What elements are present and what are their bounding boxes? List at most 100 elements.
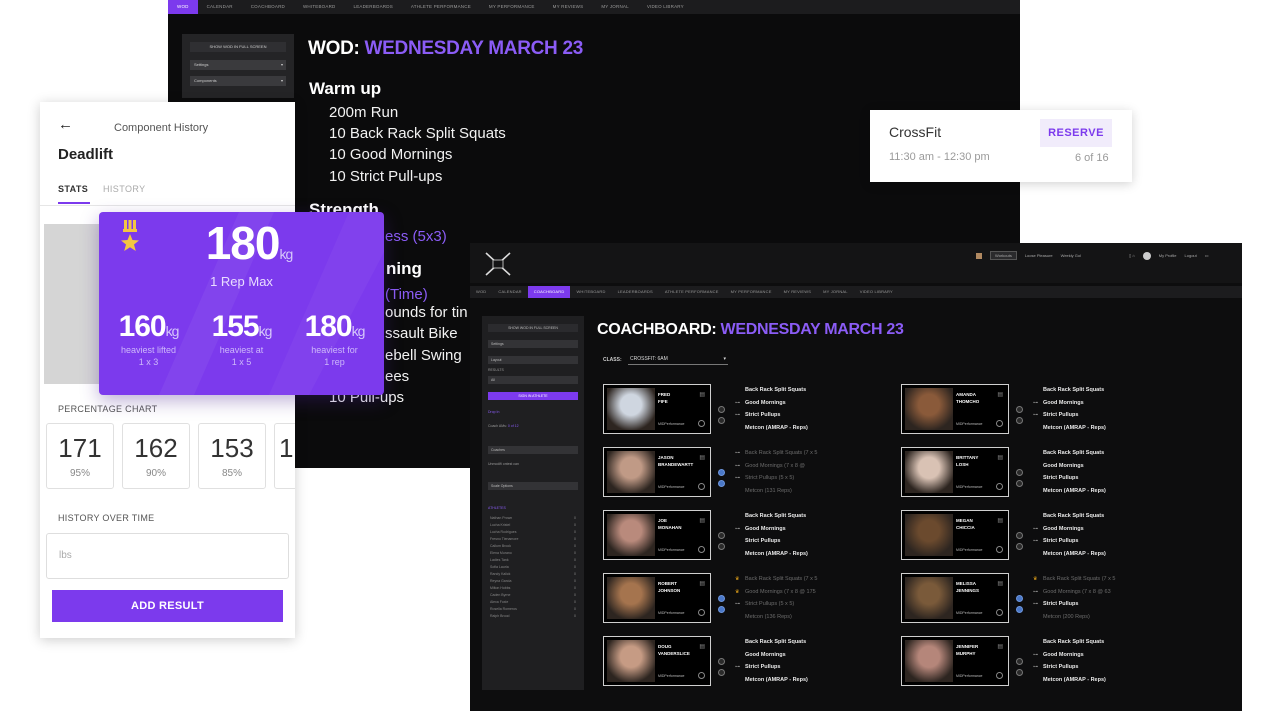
workout-line[interactable]: Back Rack Split Squats (1033, 636, 1153, 649)
sidebar-athlete-row[interactable]: Ralph Brood 0 (490, 614, 576, 618)
scale-options-select[interactable]: Scale Options (488, 482, 578, 490)
athlete-card[interactable]: MELISSA JENNINGS ▤ MIDPerformance (901, 573, 1009, 623)
user-link[interactable]: Weekly Gol (1061, 253, 1081, 258)
profile-icon[interactable] (1142, 251, 1151, 260)
workout-line[interactable]: Metcon (AMRAP - Reps) (735, 548, 855, 561)
status-dot[interactable] (718, 606, 725, 613)
trash-icon[interactable]: ▤ (699, 580, 705, 587)
status-dot[interactable] (1016, 543, 1023, 550)
components-select[interactable]: Components ▾ (190, 76, 286, 86)
status-dot[interactable] (718, 669, 725, 676)
status-dot[interactable] (1016, 406, 1023, 413)
athlete-card[interactable]: MEGAN CHICCIA ▤ MIDPerformance (901, 510, 1009, 560)
athlete-performance-link[interactable]: MIDPerformance (658, 548, 684, 552)
workout-line[interactable]: ♛ Back Rack Split Squats (7 x 5 (1033, 573, 1153, 586)
workout-line[interactable]: Back Rack Split Squats (735, 510, 855, 523)
reserve-button[interactable]: RESERVE (1040, 119, 1112, 147)
athlete-performance-link[interactable]: MIDPerformance (658, 485, 684, 489)
nav-item[interactable]: VIDEO LIBRARY (638, 0, 693, 14)
athlete-performance-link[interactable]: MIDPerformance (658, 611, 684, 615)
athlete-card[interactable]: DOUG VANDERSLICE ▤ MIDPerformance (603, 636, 711, 686)
status-dot[interactable] (718, 595, 725, 602)
athlete-card[interactable]: JENNIFER MURPHY ▤ MIDPerformance (901, 636, 1009, 686)
workout-line[interactable]: Good Mornings (735, 649, 855, 662)
status-dot[interactable] (718, 417, 725, 424)
layout-select[interactable]: Layout (488, 356, 578, 364)
workout-line[interactable]: Metcon (136 Reps) (735, 611, 855, 624)
back-arrow-icon[interactable]: ← (58, 116, 73, 133)
info-icon[interactable] (698, 546, 705, 553)
workout-line[interactable]: Back Rack Split Squats (735, 384, 855, 397)
trash-icon[interactable]: ▤ (997, 517, 1003, 524)
athlete-performance-link[interactable]: MIDPerformance (658, 674, 684, 678)
status-dot[interactable] (1016, 606, 1023, 613)
sidebar-athlete-row[interactable]: Sofia Lauria 0 (490, 565, 576, 569)
trash-icon[interactable]: ▤ (699, 454, 705, 461)
tab-history[interactable]: HISTORY (103, 184, 145, 194)
athlete-performance-link[interactable]: MIDPerformance (956, 674, 982, 678)
logout-link[interactable]: Logout (1185, 253, 1197, 258)
sidebar-athlete-row[interactable]: Rosella Romeros 0 (490, 607, 576, 611)
workout-line[interactable]: ⊶ Good Mornings (7 x 8 @ (735, 460, 855, 473)
nav-item[interactable]: LEADERBOARDS (345, 0, 402, 14)
trash-icon[interactable]: ▤ (699, 517, 705, 524)
info-icon[interactable] (698, 420, 705, 427)
workouts-select[interactable]: Workouts (990, 251, 1017, 260)
athlete-performance-link[interactable]: MIDPerformance (956, 422, 982, 426)
athlete-card[interactable]: BRITTANY LOSH ▤ MIDPerformance (901, 447, 1009, 497)
coaches-select[interactable]: Coaches (488, 446, 578, 454)
trash-icon[interactable]: ▤ (699, 391, 705, 398)
workout-line[interactable]: ⊶ Strict Pullups (1033, 661, 1153, 674)
grid-icon[interactable]: ▯ ⌂ (1129, 253, 1135, 258)
nav-item[interactable]: LEADERBOARDS (612, 286, 659, 298)
settings-select[interactable]: Settings ▾ (190, 60, 286, 70)
athlete-performance-link[interactable]: MIDPerformance (956, 485, 982, 489)
workout-line[interactable]: Back Rack Split Squats (1033, 384, 1153, 397)
nav-item[interactable]: MY REVIEWS (544, 0, 593, 14)
nav-item[interactable]: WHITEBOARD (570, 286, 611, 298)
workout-line[interactable]: ⊶ Strict Pullups (5 x 5) (735, 472, 855, 485)
sidebar-athlete-row[interactable]: Alexa Foxie 0 (490, 600, 576, 604)
workout-line[interactable]: ⊶ Strict Pullups (1033, 535, 1153, 548)
workout-line[interactable]: ⊶ Strict Pullups (735, 661, 855, 674)
workout-line[interactable]: Metcon (AMRAP - Reps) (735, 422, 855, 435)
info-icon[interactable] (996, 672, 1003, 679)
status-dot[interactable] (718, 543, 725, 550)
sidebar-athlete-row[interactable]: Lucha Kristel 0 (490, 523, 576, 527)
workout-line[interactable]: ⊶ Strict Pullups (735, 409, 855, 422)
athlete-card[interactable]: ROBERT JOHNSON ▤ MIDPerformance (603, 573, 711, 623)
workout-line[interactable]: Back Rack Split Squats (1033, 510, 1153, 523)
info-icon[interactable] (698, 672, 705, 679)
athlete-card[interactable]: AMANDA THOMCHO ▤ MIDPerformance (901, 384, 1009, 434)
workout-line[interactable]: ⊶ Good Mornings (1033, 397, 1153, 410)
status-dot[interactable] (1016, 669, 1023, 676)
status-dot[interactable] (1016, 532, 1023, 539)
athlete-performance-link[interactable]: MIDPerformance (956, 548, 982, 552)
info-icon[interactable] (996, 483, 1003, 490)
nav-item[interactable]: VIDEO LIBRARY (854, 286, 899, 298)
nav-item[interactable]: MY JORNAL (592, 0, 637, 14)
workout-line[interactable]: ⊶ Good Mornings (735, 523, 855, 536)
sidebar-athlete-row[interactable]: Lucha Rodrigues 0 (490, 530, 576, 534)
nav-item[interactable]: ATHLETE PERFORMANCE (659, 286, 725, 298)
nav-item[interactable]: WHITEBOARD (294, 0, 345, 14)
status-dot[interactable] (718, 658, 725, 665)
trash-icon[interactable]: ▤ (997, 391, 1003, 398)
workout-line[interactable]: Metcon (AMRAP - Reps) (735, 674, 855, 687)
workout-line[interactable]: Strict Pullups (1033, 472, 1153, 485)
workout-line[interactable]: Metcon (131 Reps) (735, 485, 855, 498)
trash-icon[interactable]: ▤ (997, 454, 1003, 461)
nav-item[interactable]: COACHBOARD (242, 0, 294, 14)
athlete-card[interactable]: JOE MONAHAN ▤ MIDPerformance (603, 510, 711, 560)
nav-item[interactable]: MY JORNAL (817, 286, 854, 298)
workout-line[interactable]: ⊶ Good Mornings (7 x 8 @ 63 (1033, 586, 1153, 599)
sidebar-athlete-row[interactable]: Ladies Tank 0 (490, 558, 576, 562)
sidebar-athlete-row[interactable]: Reyna Garcia 0 (490, 579, 576, 583)
status-dot[interactable] (1016, 469, 1023, 476)
workout-line[interactable]: ♛ Back Rack Split Squats (7 x 5 (735, 573, 855, 586)
workout-line[interactable]: ⊶ Strict Pullups (1033, 409, 1153, 422)
status-dot[interactable] (1016, 480, 1023, 487)
status-dot[interactable] (718, 532, 725, 539)
workout-line[interactable]: Back Rack Split Squats (735, 636, 855, 649)
sidebar-athlete-row[interactable]: Milton Hobbs 0 (490, 586, 576, 590)
